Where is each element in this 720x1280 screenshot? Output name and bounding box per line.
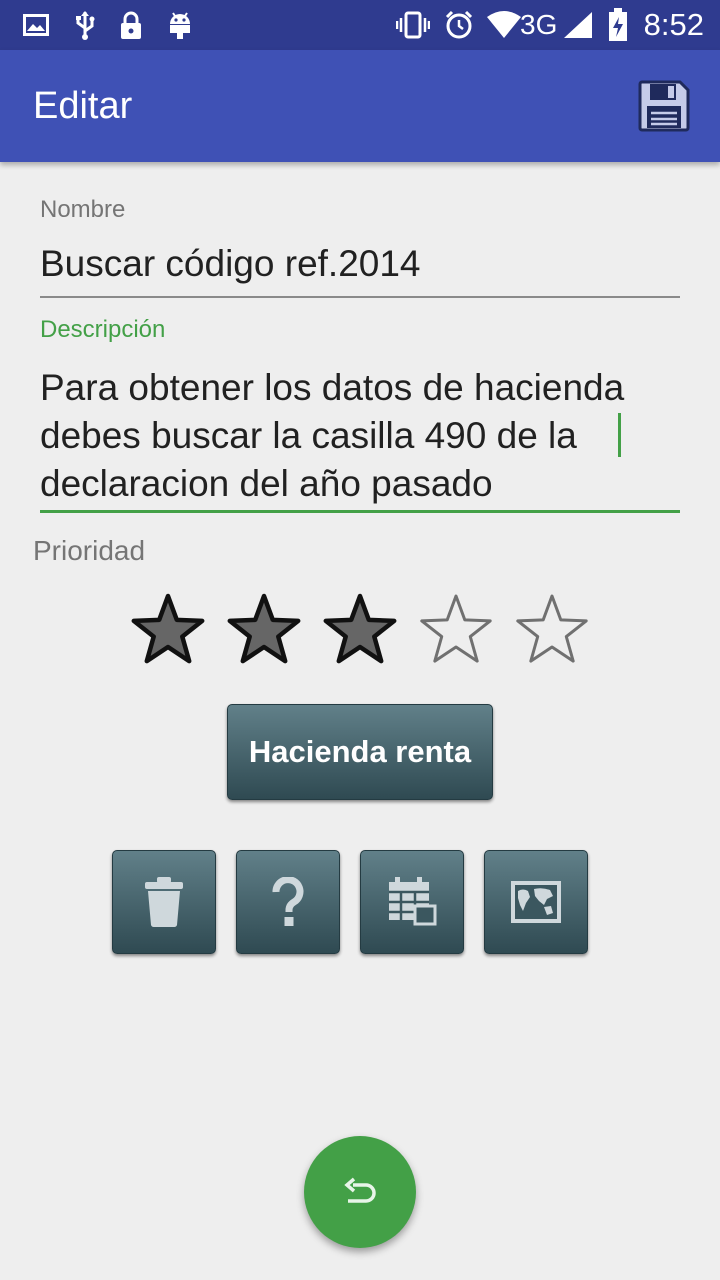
name-input[interactable]: Buscar código ref.2014 bbox=[40, 243, 421, 285]
usb-icon bbox=[72, 0, 98, 50]
category-button[interactable]: Hacienda renta bbox=[227, 704, 493, 800]
map-button[interactable] bbox=[484, 850, 588, 954]
alarm-icon bbox=[444, 0, 474, 50]
star-filled-icon[interactable] bbox=[128, 590, 208, 670]
battery-charging-icon bbox=[606, 0, 630, 50]
star-filled-icon[interactable] bbox=[224, 590, 304, 670]
description-text: Para obtener los datos de hacienda debes… bbox=[40, 367, 625, 504]
name-underline bbox=[40, 296, 680, 298]
undo-icon bbox=[344, 1177, 376, 1203]
description-input[interactable]: Para obtener los datos de hacienda debes… bbox=[40, 364, 690, 508]
clock: 8:52 bbox=[643, 7, 704, 42]
trash-icon bbox=[145, 877, 183, 928]
help-button[interactable] bbox=[236, 850, 340, 954]
signal-icon bbox=[563, 0, 593, 50]
help-icon bbox=[272, 877, 304, 926]
text-cursor bbox=[618, 413, 621, 457]
save-icon bbox=[638, 80, 690, 132]
priority-label: Prioridad bbox=[33, 535, 146, 566]
name-label: Nombre bbox=[40, 196, 126, 223]
star-filled-icon[interactable] bbox=[320, 590, 400, 670]
map-icon bbox=[511, 881, 561, 923]
description-label: Descripción bbox=[40, 316, 166, 343]
vibrate-icon bbox=[396, 0, 430, 50]
star-empty-icon[interactable] bbox=[512, 590, 592, 670]
image-icon bbox=[22, 0, 50, 50]
app-bar: Editar bbox=[0, 50, 720, 162]
status-bar: 3G 8:52 bbox=[0, 0, 720, 50]
calendar-icon bbox=[389, 877, 437, 926]
save-button[interactable] bbox=[636, 78, 692, 134]
calendar-button[interactable] bbox=[360, 850, 464, 954]
network-type: 3G bbox=[520, 9, 558, 40]
star-empty-icon[interactable] bbox=[416, 590, 496, 670]
page-title: Editar bbox=[33, 85, 133, 127]
android-icon bbox=[166, 0, 194, 50]
lock-icon bbox=[118, 0, 144, 50]
wifi-icon bbox=[486, 0, 522, 50]
undo-fab[interactable] bbox=[304, 1136, 416, 1248]
delete-button[interactable] bbox=[112, 850, 216, 954]
description-underline bbox=[40, 510, 680, 513]
